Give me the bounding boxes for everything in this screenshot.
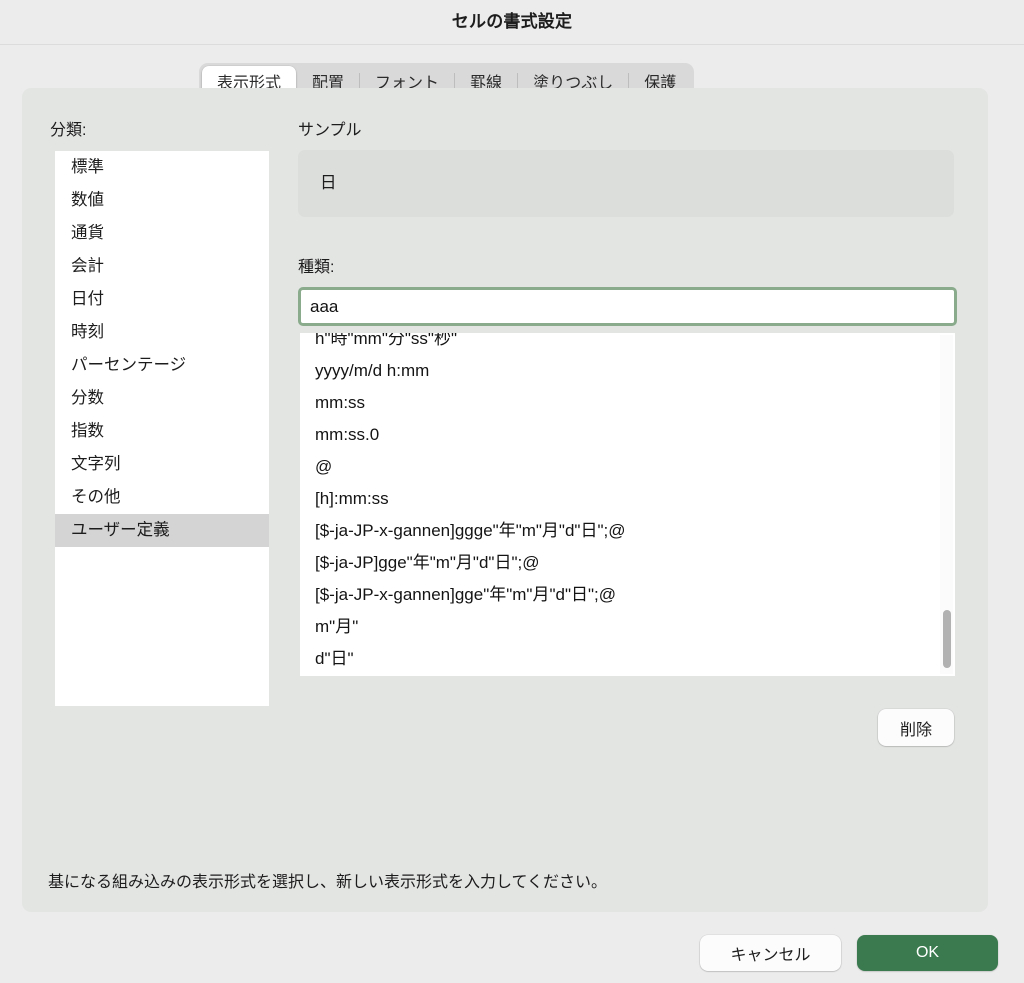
hint-text: 基になる組み込みの表示形式を選択し、新しい表示形式を入力してください。 (48, 874, 608, 891)
ok-button[interactable]: OK (857, 935, 998, 971)
sample-box: 日 (298, 150, 954, 217)
format-code-item[interactable]: @ (300, 451, 955, 483)
dialog-title: セルの書式設定 (451, 12, 573, 31)
cancel-button[interactable]: キャンセル (700, 935, 841, 971)
category-item[interactable]: パーセンテージ (55, 349, 269, 382)
format-code-item[interactable]: d"日" (300, 643, 955, 675)
category-item[interactable]: その他 (55, 481, 269, 514)
content-panel: 分類: 標準 数値 通貨 会計 日付 時刻 パーセンテージ 分数 指数 文字列 その他 ユーザー定義 … (22, 88, 988, 912)
sample-label: サンプル (298, 122, 362, 139)
category-label: 分類: (50, 122, 87, 139)
category-list[interactable]: 標準 数値 通貨 会計 日付 時刻 パーセンテージ 分数 指数 文字列 その他 ユーザー定義 (55, 151, 269, 706)
format-code-item[interactable]: mm:ss.0 (300, 419, 955, 451)
category-item[interactable]: ユーザー定義 (55, 514, 269, 547)
sample-value: 日 (320, 174, 337, 192)
format-list-scrollbar[interactable] (940, 335, 953, 674)
format-code-item[interactable]: m"月" (300, 611, 955, 643)
format-code-item[interactable]: mm:ss (300, 387, 955, 419)
category-item[interactable]: 標準 (55, 151, 269, 184)
category-item[interactable]: 指数 (55, 415, 269, 448)
format-code-item[interactable]: [$-ja-JP-x-gannen]ggge"年"m"月"d"日";@ (300, 515, 955, 547)
format-cells-dialog: セルの書式設定 表示形式 配置 フォント 罫線 塗りつぶし 保護 分類: 標準 数値 通貨 会計… (0, 0, 1024, 983)
category-item[interactable]: 分数 (55, 382, 269, 415)
category-item[interactable]: 日付 (55, 283, 269, 316)
type-label: 種類: (298, 259, 335, 276)
format-code-item[interactable]: [$-ja-JP]gge"年"m"月"d"日";@ (300, 547, 955, 579)
format-code-list[interactable]: h"時"mm"分"ss"秒" yyyy/m/d h:mm mm:ss mm:ss.0 @… (300, 333, 955, 676)
category-item[interactable]: 数値 (55, 184, 269, 217)
format-list-scrollbar-thumb[interactable] (943, 610, 951, 668)
category-item[interactable]: 文字列 (55, 448, 269, 481)
category-item[interactable]: 時刻 (55, 316, 269, 349)
category-item[interactable]: 会計 (55, 250, 269, 283)
category-item[interactable]: 通貨 (55, 217, 269, 250)
format-code-item[interactable]: h"時"mm"分"ss"秒" (300, 333, 955, 355)
type-input[interactable] (298, 287, 957, 326)
format-code-item[interactable]: yyyy/m/d h:mm (300, 355, 955, 387)
delete-button[interactable]: 削除 (878, 709, 954, 746)
format-code-item[interactable]: [h]:mm:ss (300, 483, 955, 515)
format-code-item[interactable]: [$-ja-JP-x-gannen]gge"年"m"月"d"日";@ (300, 579, 955, 611)
dialog-titlebar: セルの書式設定 (0, 0, 1024, 45)
